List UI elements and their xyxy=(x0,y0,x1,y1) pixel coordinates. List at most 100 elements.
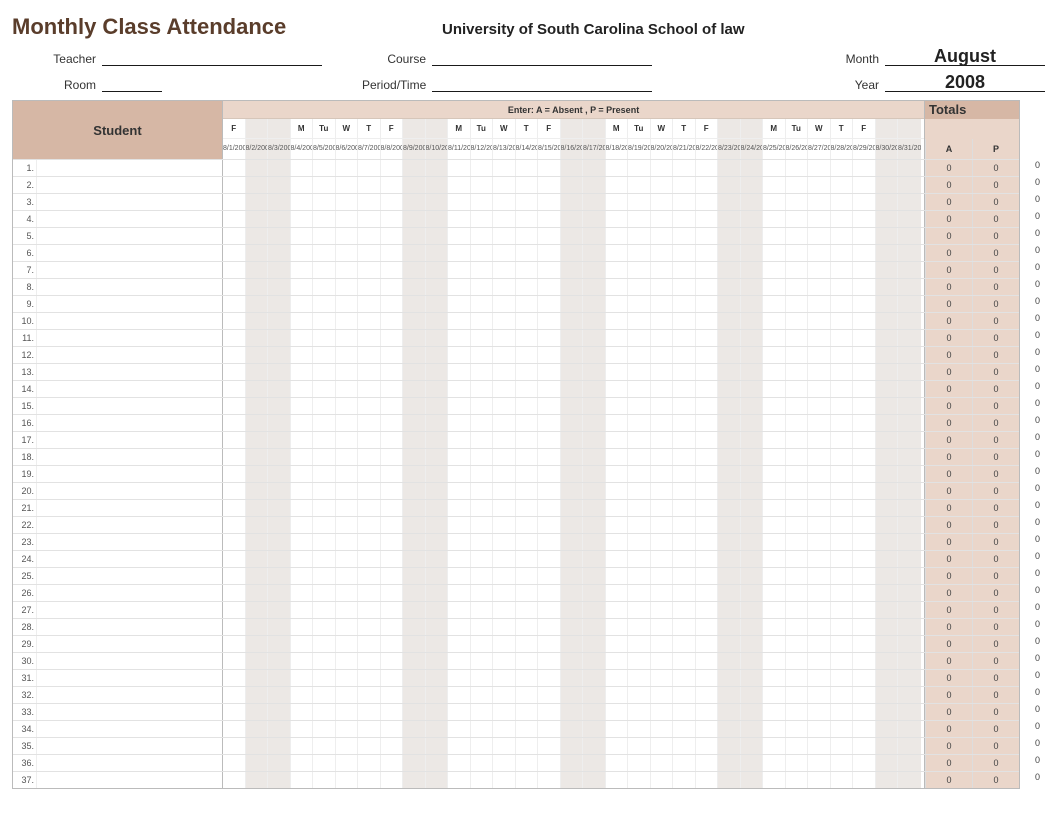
student-name-cell[interactable] xyxy=(37,721,223,737)
attendance-cell[interactable] xyxy=(853,568,876,584)
attendance-cell[interactable] xyxy=(606,704,629,720)
attendance-cell[interactable] xyxy=(786,704,809,720)
attendance-cell[interactable] xyxy=(651,653,674,669)
attendance-cell[interactable] xyxy=(718,262,741,278)
attendance-cell[interactable] xyxy=(561,160,584,176)
attendance-cell[interactable] xyxy=(718,347,741,363)
attendance-cell[interactable] xyxy=(831,279,854,295)
attendance-cell[interactable] xyxy=(651,262,674,278)
attendance-cell[interactable] xyxy=(763,636,786,652)
attendance-cell[interactable] xyxy=(516,670,539,686)
attendance-cell[interactable] xyxy=(741,347,764,363)
attendance-cell[interactable] xyxy=(291,551,314,567)
attendance-cell[interactable] xyxy=(741,636,764,652)
attendance-cell[interactable] xyxy=(808,381,831,397)
attendance-cell[interactable] xyxy=(381,704,404,720)
attendance-cell[interactable] xyxy=(426,262,449,278)
student-name-cell[interactable] xyxy=(37,347,223,363)
attendance-cell[interactable] xyxy=(313,772,336,788)
attendance-cell[interactable] xyxy=(223,228,246,244)
attendance-cell[interactable] xyxy=(448,585,471,601)
attendance-cell[interactable] xyxy=(763,755,786,771)
attendance-cell[interactable] xyxy=(831,194,854,210)
attendance-cell[interactable] xyxy=(651,483,674,499)
attendance-cell[interactable] xyxy=(786,585,809,601)
attendance-cell[interactable] xyxy=(493,721,516,737)
attendance-cell[interactable] xyxy=(516,772,539,788)
attendance-cell[interactable] xyxy=(763,296,786,312)
attendance-cell[interactable] xyxy=(381,415,404,431)
attendance-cell[interactable] xyxy=(448,449,471,465)
attendance-cell[interactable] xyxy=(853,194,876,210)
attendance-cell[interactable] xyxy=(876,466,899,482)
attendance-cell[interactable] xyxy=(493,602,516,618)
attendance-cell[interactable] xyxy=(381,381,404,397)
attendance-cell[interactable] xyxy=(268,466,291,482)
attendance-cell[interactable] xyxy=(696,636,719,652)
attendance-cell[interactable] xyxy=(831,415,854,431)
attendance-cell[interactable] xyxy=(696,398,719,414)
attendance-cell[interactable] xyxy=(583,398,606,414)
attendance-cell[interactable] xyxy=(808,245,831,261)
attendance-cell[interactable] xyxy=(741,381,764,397)
attendance-cell[interactable] xyxy=(606,279,629,295)
attendance-cell[interactable] xyxy=(808,704,831,720)
attendance-cell[interactable] xyxy=(381,262,404,278)
attendance-cell[interactable] xyxy=(538,313,561,329)
attendance-cell[interactable] xyxy=(763,432,786,448)
attendance-cell[interactable] xyxy=(561,432,584,448)
attendance-cell[interactable] xyxy=(246,381,269,397)
attendance-cell[interactable] xyxy=(471,177,494,193)
attendance-cell[interactable] xyxy=(448,415,471,431)
attendance-cell[interactable] xyxy=(808,262,831,278)
attendance-cell[interactable] xyxy=(246,772,269,788)
attendance-cell[interactable] xyxy=(516,415,539,431)
attendance-cell[interactable] xyxy=(291,602,314,618)
attendance-cell[interactable] xyxy=(853,228,876,244)
attendance-cell[interactable] xyxy=(516,432,539,448)
attendance-cell[interactable] xyxy=(358,194,381,210)
attendance-cell[interactable] xyxy=(426,194,449,210)
attendance-cell[interactable] xyxy=(718,194,741,210)
attendance-cell[interactable] xyxy=(291,449,314,465)
attendance-cell[interactable] xyxy=(471,211,494,227)
attendance-cell[interactable] xyxy=(808,687,831,703)
attendance-cell[interactable] xyxy=(583,483,606,499)
attendance-cell[interactable] xyxy=(651,721,674,737)
attendance-cell[interactable] xyxy=(516,687,539,703)
attendance-cell[interactable] xyxy=(336,381,359,397)
attendance-cell[interactable] xyxy=(606,296,629,312)
attendance-cell[interactable] xyxy=(448,211,471,227)
attendance-cell[interactable] xyxy=(853,500,876,516)
attendance-cell[interactable] xyxy=(426,398,449,414)
attendance-cell[interactable] xyxy=(313,160,336,176)
attendance-cell[interactable] xyxy=(628,602,651,618)
attendance-cell[interactable] xyxy=(313,194,336,210)
attendance-cell[interactable] xyxy=(561,704,584,720)
attendance-cell[interactable] xyxy=(606,619,629,635)
attendance-cell[interactable] xyxy=(741,483,764,499)
attendance-cell[interactable] xyxy=(808,636,831,652)
attendance-cell[interactable] xyxy=(493,160,516,176)
student-name-cell[interactable] xyxy=(37,670,223,686)
attendance-cell[interactable] xyxy=(606,347,629,363)
attendance-cell[interactable] xyxy=(606,636,629,652)
attendance-cell[interactable] xyxy=(583,313,606,329)
attendance-cell[interactable] xyxy=(358,670,381,686)
attendance-cell[interactable] xyxy=(561,398,584,414)
attendance-cell[interactable] xyxy=(561,551,584,567)
attendance-cell[interactable] xyxy=(403,534,426,550)
attendance-cell[interactable] xyxy=(763,738,786,754)
attendance-cell[interactable] xyxy=(246,755,269,771)
attendance-cell[interactable] xyxy=(718,670,741,686)
attendance-cell[interactable] xyxy=(763,704,786,720)
attendance-cell[interactable] xyxy=(268,364,291,380)
attendance-cell[interactable] xyxy=(358,500,381,516)
attendance-cell[interactable] xyxy=(246,466,269,482)
attendance-cell[interactable] xyxy=(223,398,246,414)
attendance-cell[interactable] xyxy=(516,364,539,380)
attendance-cell[interactable] xyxy=(583,551,606,567)
attendance-cell[interactable] xyxy=(651,517,674,533)
attendance-cell[interactable] xyxy=(853,704,876,720)
attendance-cell[interactable] xyxy=(651,364,674,380)
